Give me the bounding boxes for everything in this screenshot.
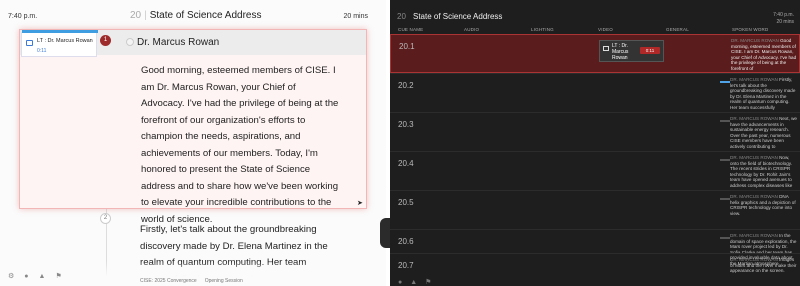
screen-icon bbox=[603, 46, 609, 51]
progress-indicator bbox=[720, 198, 730, 200]
speaker-label: DR. MARCUS ROWAN bbox=[730, 155, 778, 160]
progress-indicator bbox=[720, 159, 730, 161]
title-text: State of Science Address bbox=[149, 10, 262, 21]
cue-row-number: 20.2 bbox=[398, 81, 414, 90]
lower-third-tag[interactable]: LT : Dr. Marcus Rowan 0:11 bbox=[21, 30, 98, 57]
spoken-word-cell: DR. MARCUS ROWAN Now, onto the field of … bbox=[730, 155, 798, 189]
speaker-label: DR. MARCUS ROWAN bbox=[730, 233, 778, 238]
speaker-label: DR. MARCUS ROWAN bbox=[730, 257, 778, 262]
spoken-text: Firstly, let's talk about the groundbrea… bbox=[730, 77, 796, 111]
spoken-text: Next, we have the advancements in sustai… bbox=[730, 116, 797, 149]
speaker-label: DR. MARCUS ROWAN bbox=[730, 194, 778, 199]
clock: 7:40 p.m. bbox=[8, 13, 38, 20]
table-row[interactable]: 20.5 DR. MARCUS ROWAN DNA helix graphics… bbox=[390, 190, 800, 229]
screen-icon bbox=[26, 40, 33, 46]
duration: 20 mins bbox=[343, 13, 368, 20]
footer-session: Opening Session bbox=[204, 278, 243, 284]
video-cue-chip[interactable]: LT : Dr. Marcus Rowan 0:11 bbox=[599, 40, 664, 62]
cue-marker-active[interactable]: 1 bbox=[100, 35, 111, 46]
column-header-audio: AUDIO bbox=[464, 27, 480, 32]
cue-marker-next[interactable]: 2 bbox=[100, 213, 111, 224]
clock: 7:40 p.m. 20 mins bbox=[773, 12, 794, 26]
cue-number: 20 bbox=[397, 12, 406, 21]
column-header-video: VIDEO bbox=[598, 27, 614, 32]
cue-row-number: 20.1 bbox=[399, 42, 415, 51]
duration: 20 mins bbox=[776, 19, 794, 25]
speaker-label: DR. MARCUS ROWAN bbox=[731, 38, 779, 43]
page-title: State of Science Address bbox=[413, 12, 503, 21]
spoken-text: Now, onto the field of biotechnology. Th… bbox=[730, 155, 793, 188]
column-header-lighting: LIGHTING bbox=[531, 27, 554, 32]
tag-time: 0:11 bbox=[37, 48, 47, 54]
table-row[interactable]: 20.7 DR. MARCUS ROWAN Images of Mars and… bbox=[390, 253, 800, 286]
active-cue-card[interactable]: Dr. Marcus Rowan LT : Dr. Marcus Rowan 0… bbox=[19, 29, 367, 225]
tag-progress-bar bbox=[22, 30, 98, 33]
flag-icon[interactable]: ⚑ bbox=[55, 273, 61, 280]
spoken-word-cell: DR. MARCUS ROWAN Good morning, esteemed … bbox=[731, 38, 799, 72]
column-header-general: GENERAL bbox=[666, 27, 689, 32]
speaker-label: DR. MARCUS ROWAN bbox=[730, 116, 778, 121]
column-header-spoken-word: SPOKEN WORD bbox=[732, 27, 769, 32]
footer: CISE: 2025 Convergence Opening Session bbox=[140, 278, 243, 284]
footer-event: CISE: 2025 Convergence bbox=[140, 278, 197, 284]
page-title: 20 | State of Science Address bbox=[130, 10, 261, 21]
video-cue-time: 0:11 bbox=[640, 47, 660, 54]
bell-icon[interactable]: ▲ bbox=[410, 279, 417, 286]
cue-row-number: 20.5 bbox=[398, 198, 414, 207]
spoken-word-cell: DR. MARCUS ROWAN Next, we have the advan… bbox=[730, 116, 798, 150]
progress-indicator bbox=[720, 120, 730, 122]
video-cue-label: LT : Dr. Marcus Rowan bbox=[612, 43, 629, 61]
cue-row-number: 20.4 bbox=[398, 159, 414, 168]
bottom-toolbar: ⚙ ● ▲ ⚑ bbox=[8, 272, 72, 280]
speaker-dot-icon bbox=[126, 38, 134, 46]
gear-icon[interactable]: ⚙ bbox=[8, 273, 14, 280]
table-row[interactable]: 20.2 DR. MARCUS ROWAN Firstly, let's tal… bbox=[390, 73, 800, 112]
cue-row-number: 20.3 bbox=[398, 120, 414, 129]
bottom-toolbar: ● ▲ ⚑ bbox=[398, 278, 439, 286]
cue-script-text: Good morning, esteemed members of CISE. … bbox=[141, 65, 339, 225]
spoken-word-cell: DR. MARCUS ROWAN Firstly, let's talk abo… bbox=[730, 77, 798, 111]
teleprompter-pane: 7:40 p.m. 20 | State of Science Address 20… bbox=[0, 0, 386, 286]
table-row[interactable]: 20.4 DR. MARCUS ROWAN Now, onto the fiel… bbox=[390, 151, 800, 190]
tag-label: LT : Dr. Marcus Rowan bbox=[37, 38, 93, 44]
table-row[interactable]: 20.3 DR. MARCUS ROWAN Next, we have the … bbox=[390, 112, 800, 151]
cue-sheet-pane: 20 State of Science Address 7:40 p.m. 20… bbox=[390, 0, 800, 286]
flag-icon[interactable]: ⚑ bbox=[425, 279, 431, 286]
progress-indicator bbox=[720, 81, 730, 83]
table-row[interactable]: 20.1 LT : Dr. Marcus Rowan 0:11 DR. MARC… bbox=[390, 34, 800, 73]
spoken-word-cell: DR. MARCUS ROWAN Images of Mars and the … bbox=[730, 257, 798, 285]
spoken-word-cell: DR. MARCUS ROWAN DNA helix graphics and … bbox=[730, 194, 798, 228]
cue-number: 20 bbox=[130, 10, 142, 21]
title-separator: | bbox=[144, 10, 147, 21]
speaker-label: DR. MARCUS ROWAN bbox=[730, 77, 778, 82]
pin-icon[interactable]: ● bbox=[398, 279, 402, 286]
clock-time: 7:40 p.m. bbox=[773, 12, 794, 18]
speaker-name: Dr. Marcus Rowan bbox=[137, 37, 220, 48]
bell-icon[interactable]: ▲ bbox=[39, 273, 46, 280]
pin-icon[interactable]: ● bbox=[24, 273, 28, 280]
cue-row-number: 20.7 bbox=[398, 261, 414, 270]
cue-row-number: 20.6 bbox=[398, 237, 414, 246]
column-header-cue-name: CUE NAME bbox=[398, 27, 424, 32]
mouse-cursor-icon: ➤ bbox=[357, 200, 363, 207]
progress-indicator bbox=[720, 237, 730, 239]
spoken-text: Good morning, esteemed members of CISE. … bbox=[731, 38, 797, 71]
